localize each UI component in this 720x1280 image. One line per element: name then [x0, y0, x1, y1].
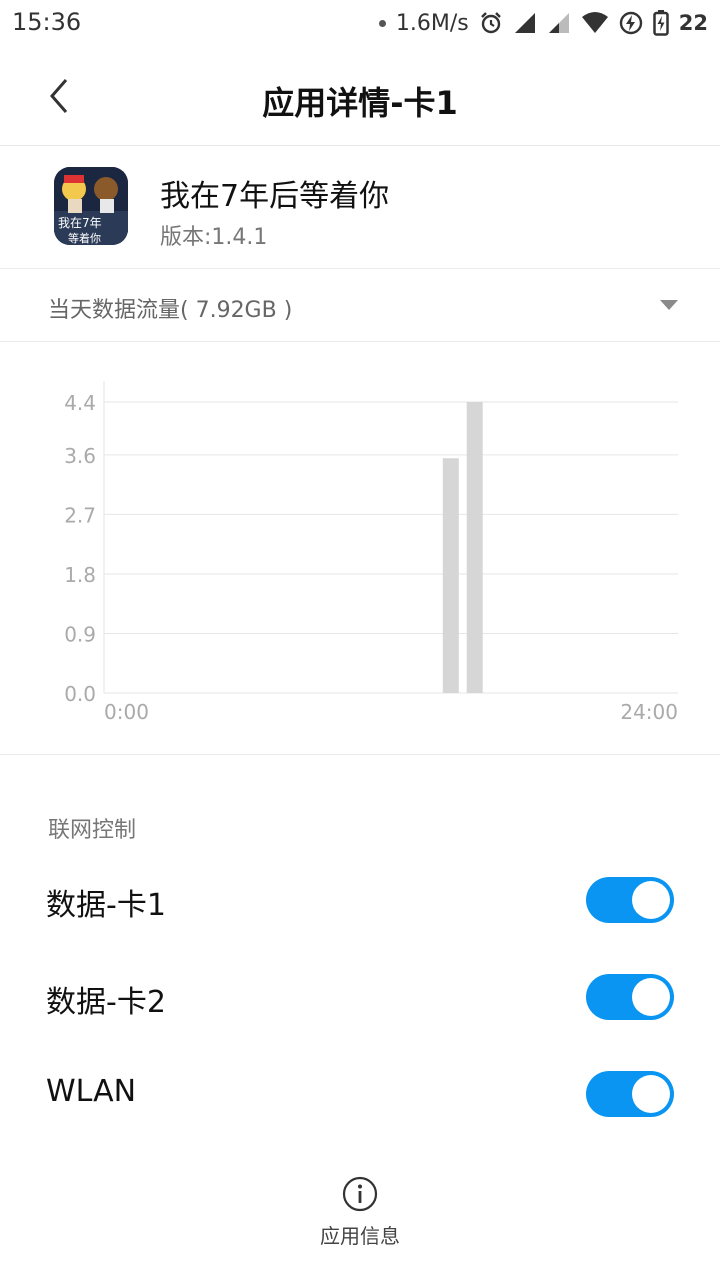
data-usage-label: 当天数据流量( 7.92GB )	[48, 298, 293, 323]
y-tick-label: 1.8	[64, 563, 96, 587]
x-end-label: 24:00	[620, 700, 678, 724]
data-usage-dropdown[interactable]: 当天数据流量( 7.92GB )	[0, 270, 720, 342]
chart-bar	[466, 402, 483, 693]
signal-icon	[514, 13, 535, 33]
info-icon	[342, 1176, 378, 1212]
sim1-data-toggle[interactable]	[586, 877, 674, 923]
app-info-button[interactable]: 应用信息	[300, 1172, 420, 1252]
usage-chart-svg: 0.0 0.9 1.8 2.7 3.6 4.4 0:00 24:00	[64, 381, 678, 724]
network-speed: 1.6M/s	[395, 10, 469, 36]
battery-charging-icon	[653, 10, 669, 36]
y-tick-label: 2.7	[64, 503, 96, 527]
toggle-row-sim1-data: 数据-卡1	[0, 852, 720, 948]
toggle-knob	[632, 978, 670, 1016]
battery-level: 22	[678, 11, 708, 35]
page-title: 应用详情-卡1	[262, 84, 458, 122]
wlan-toggle[interactable]	[586, 1071, 674, 1117]
toggle-knob	[632, 1075, 670, 1113]
header: 应用详情-卡1	[0, 46, 720, 146]
app-info-row: 我在7年 等着你 我在7年后等着你 版本:1.4.1	[0, 147, 720, 269]
toggle-row-sim2-data: 数据-卡2	[0, 949, 720, 1045]
app-icon-text-line1: 我在7年	[58, 216, 102, 230]
chart-bar	[442, 458, 459, 693]
network-control-title: 联网控制	[48, 818, 137, 843]
app-icon-text-line2: 等着你	[68, 231, 101, 245]
app-icon: 我在7年 等着你	[54, 167, 128, 245]
toggle-label-sim1-data: 数据-卡1	[46, 888, 166, 923]
usage-chart: 0.0 0.9 1.8 2.7 3.6 4.4 0:00 24:00	[0, 343, 720, 755]
app-version: 版本:1.4.1	[160, 225, 268, 250]
status-icons: 1.6M/s 22	[378, 8, 708, 38]
notification-dot-icon	[378, 19, 386, 27]
toggle-knob	[632, 881, 670, 919]
y-tick-label: 3.6	[64, 444, 96, 468]
toggle-row-wlan: WLAN	[0, 1046, 720, 1142]
signal-weak-icon	[548, 13, 569, 33]
status-bar: 15:36 1.6M/s 22	[0, 0, 720, 46]
y-tick-label: 0.9	[64, 622, 96, 646]
caret-down-icon	[660, 300, 678, 310]
x-start-label: 0:00	[104, 700, 149, 724]
app-info-label: 应用信息	[320, 1224, 400, 1248]
toggle-label-sim2-data: 数据-卡2	[46, 985, 166, 1020]
app-name: 我在7年后等着你	[160, 179, 390, 214]
y-tick-label: 0.0	[64, 682, 96, 706]
y-tick-label: 4.4	[64, 391, 96, 415]
alarm-icon	[480, 12, 501, 34]
toggle-label-wlan: WLAN	[46, 1074, 137, 1109]
sim2-data-toggle[interactable]	[586, 974, 674, 1020]
status-time: 15:36	[12, 8, 82, 36]
data-saver-icon	[619, 11, 642, 35]
app-icon-artwork: 我在7年 等着你	[54, 167, 128, 245]
wifi-icon	[581, 12, 608, 33]
